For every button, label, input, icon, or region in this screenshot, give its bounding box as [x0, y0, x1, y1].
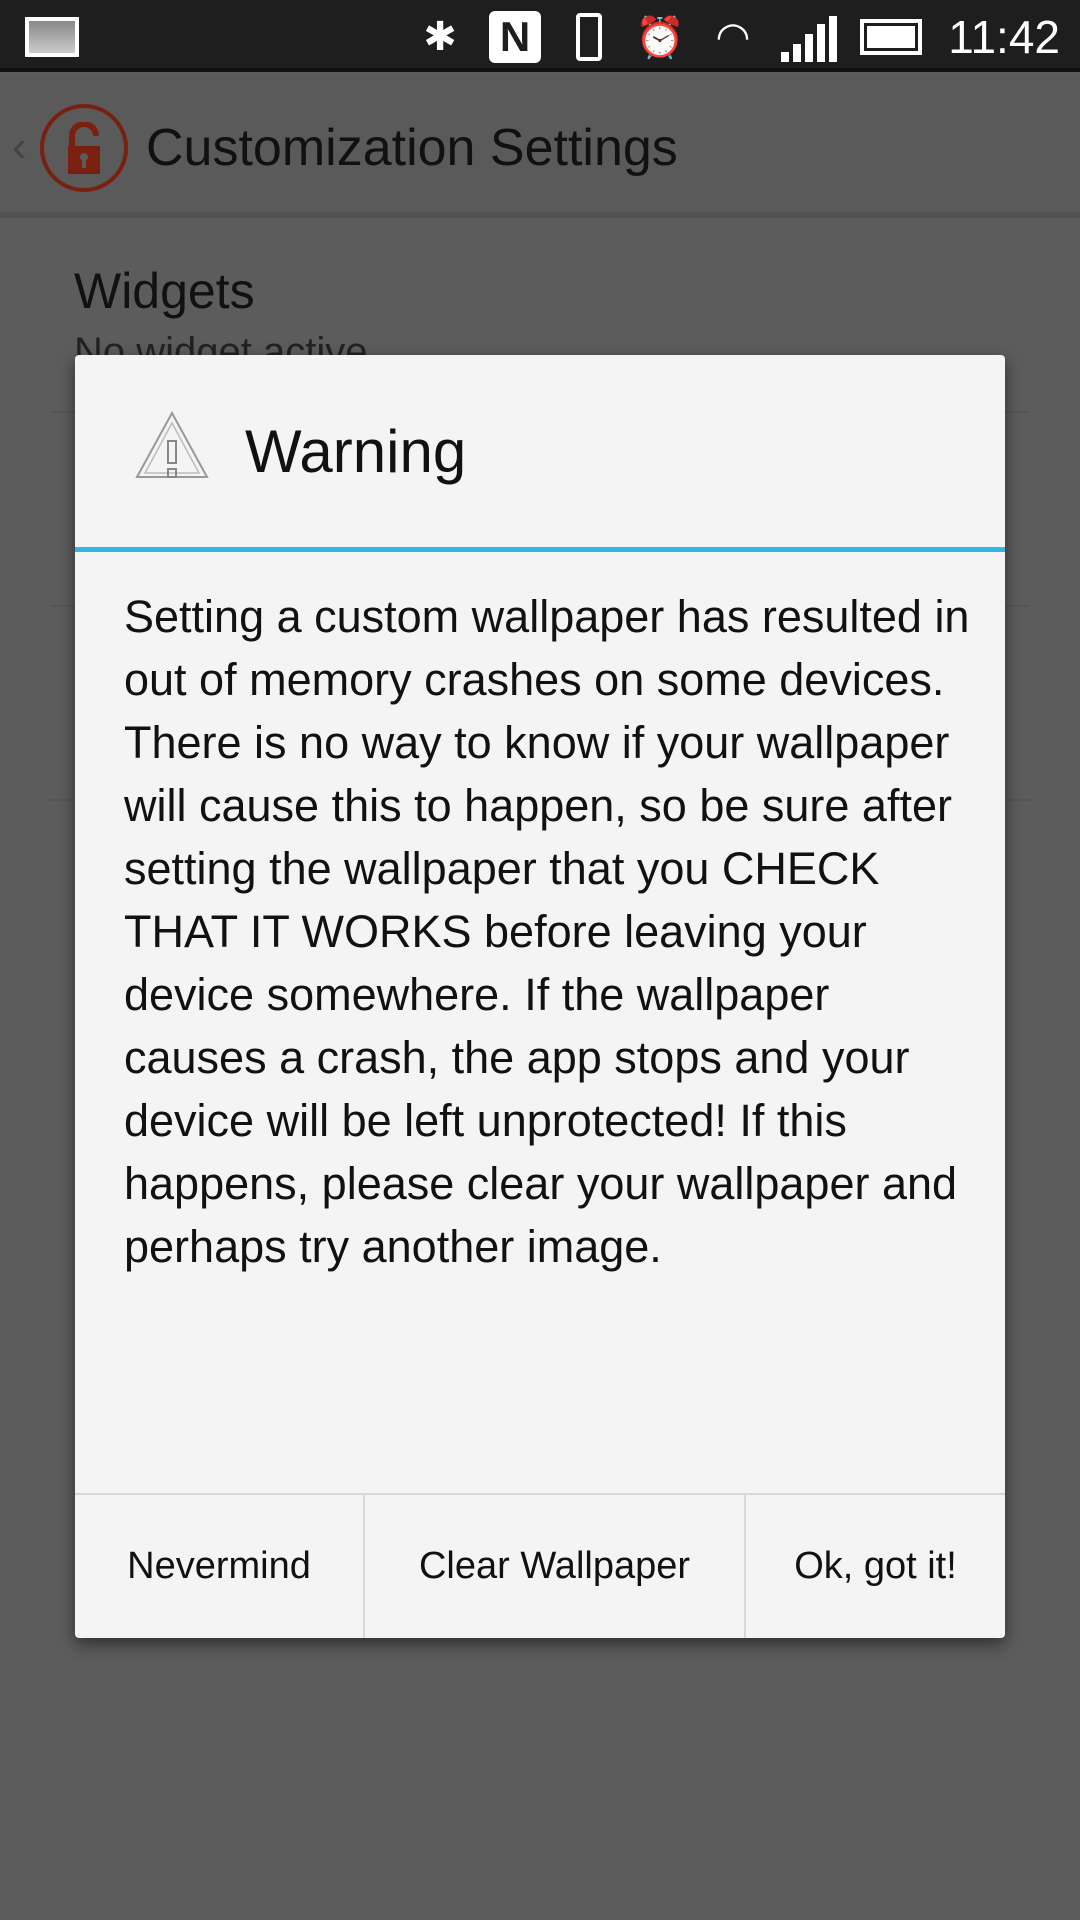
vibrate-icon — [558, 12, 620, 62]
dialog-button-bar: Nevermind Clear Wallpaper Ok, got it! — [75, 1493, 1005, 1638]
signal-icon — [780, 12, 840, 62]
action-bar: ‹ Customization Settings — [0, 76, 1080, 218]
warning-icon — [133, 409, 211, 490]
ok-got-it-button[interactable]: Ok, got it! — [746, 1495, 1005, 1638]
battery-icon — [858, 12, 924, 62]
clock: 11:42 — [948, 11, 1060, 63]
warning-dialog: Warning Setting a custom wallpaper has r… — [75, 355, 1005, 1638]
app-logo-unlock-icon[interactable] — [40, 104, 128, 192]
nfc-icon: N — [488, 11, 542, 63]
clear-wallpaper-button[interactable]: Clear Wallpaper — [365, 1495, 746, 1638]
page-title: Customization Settings — [146, 119, 678, 177]
pref-widgets-title[interactable]: Widgets — [74, 262, 255, 320]
dialog-header: Warning — [75, 355, 1005, 550]
dialog-message: Setting a custom wallpaper has resulted … — [124, 591, 970, 1272]
nevermind-button[interactable]: Nevermind — [75, 1495, 365, 1638]
alarm-icon: ⏰ — [635, 15, 685, 60]
bluetooth-icon: ✱ — [423, 15, 457, 59]
gallery-notification-icon — [24, 12, 80, 62]
dialog-title: Warning — [245, 418, 467, 485]
title-divider — [75, 547, 1005, 552]
wifi-icon: ◠ — [715, 15, 751, 59]
back-chevron-icon[interactable]: ‹ — [12, 122, 27, 172]
status-bar: ✱ N ⏰ ◠ 11:42 — [0, 0, 1080, 72]
